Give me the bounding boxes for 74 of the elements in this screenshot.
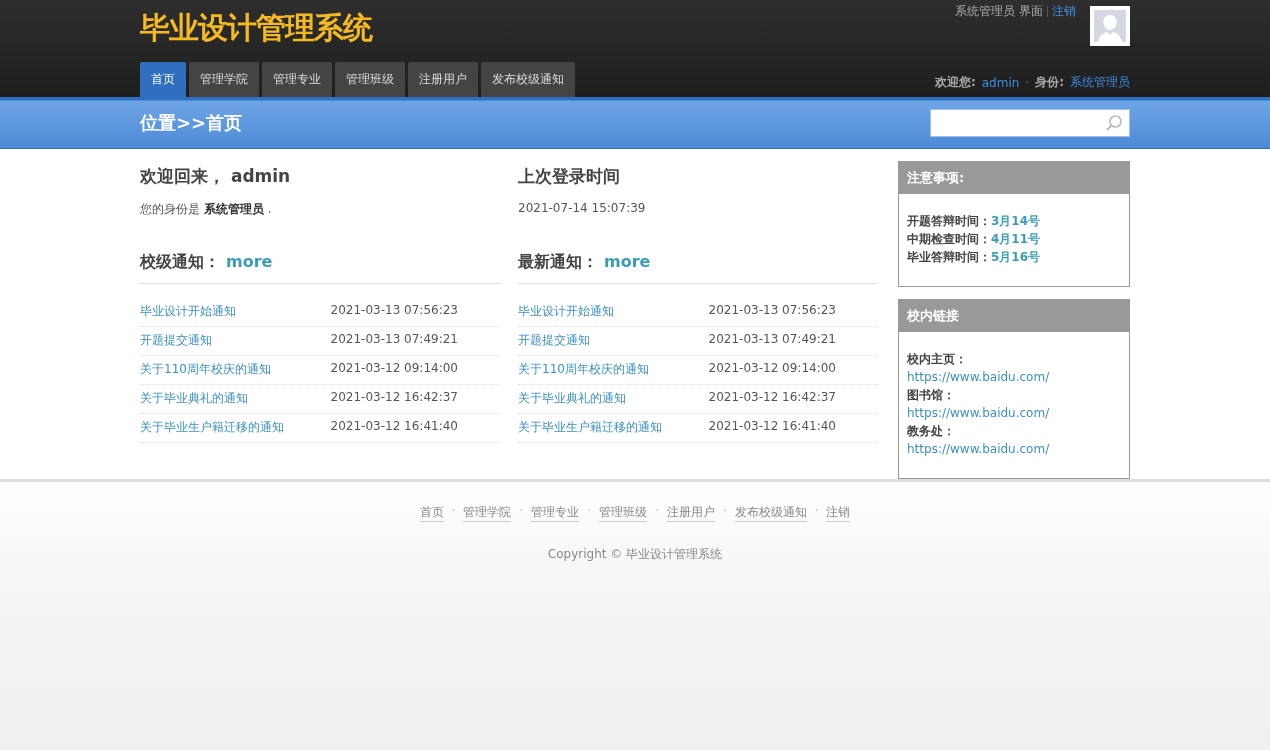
note-label: 毕业答辩时间： (907, 250, 991, 264)
more-link[interactable]: more (226, 252, 273, 271)
nav-tab[interactable]: 发布校级通知 (481, 62, 575, 97)
separator-dot: · (587, 504, 591, 520)
notice-link[interactable]: 毕业设计开始通知 (518, 303, 614, 320)
footer-link[interactable]: 管理专业 (531, 504, 580, 522)
notice-time: 2021-03-12 16:42:37 (330, 390, 459, 406)
note-label: 开题答辩时间： (907, 214, 991, 228)
link-label: 教务处： (907, 423, 956, 440)
nav-tab[interactable]: 首页 (140, 62, 186, 97)
panel-header: 注意事项: (899, 162, 1129, 194)
notice-time: 2021-03-12 16:42:37 (708, 390, 837, 406)
search-icon (1105, 113, 1123, 132)
separator-dot: · (814, 504, 819, 520)
footer-link[interactable]: 管理班级 (599, 504, 647, 522)
more-link[interactable]: more (604, 252, 651, 271)
role-link[interactable]: 系统管理员 (1070, 74, 1130, 91)
username-link[interactable]: admin (981, 75, 1020, 90)
nav-tab[interactable]: 管理专业 (262, 62, 332, 97)
role-text: 系统管理员 界面 (955, 3, 1043, 20)
separator-dot: · (1025, 75, 1030, 90)
footer-link[interactable]: 注销 (826, 504, 851, 522)
url-link[interactable]: https://www.baidu.com/ (907, 404, 1121, 422)
notice-time: 2021-03-13 07:56:23 (330, 303, 459, 319)
notice-time: 2021-03-13 07:56:23 (708, 303, 837, 319)
role-label: 身份: (1035, 74, 1064, 91)
notice-time: 2021-03-12 16:41:40 (708, 419, 837, 435)
separator-dot: · (451, 504, 456, 520)
separator-dot: · (519, 504, 524, 520)
search-field[interactable] (930, 108, 1130, 137)
notice-link[interactable]: 关于110周年校庆的通知 (518, 361, 649, 378)
notice-time: 2021-03-13 07:49:21 (330, 332, 459, 348)
nav-tab[interactable]: 管理班级 (335, 62, 405, 97)
notice-link[interactable]: 关于毕业生户籍迁移的通知 (518, 419, 662, 436)
breadcrumb: 位置>>首页 (140, 110, 243, 135)
notice-time: 2021-03-13 07:49:21 (708, 332, 837, 348)
notice-time: 2021-03-12 09:14:00 (708, 361, 837, 377)
note-value: 4月11号 (991, 232, 1041, 246)
logout-link[interactable]: 注销 (1052, 3, 1076, 20)
avatar-icon (1090, 6, 1130, 46)
footer-link[interactable]: 发布校级通知 (734, 504, 807, 522)
notice-link[interactable]: 开题提交通知 (518, 332, 590, 349)
panel-header: 校内链接 (899, 300, 1129, 332)
note-label: 中期检查时间： (907, 232, 991, 246)
notice-time: 2021-03-12 09:14:00 (330, 361, 459, 377)
footer-link[interactable]: 管理学院 (463, 504, 512, 522)
notice-link[interactable]: 关于毕业生户籍迁移的通知 (140, 419, 284, 436)
footer-link[interactable]: 注册用户 (666, 504, 715, 522)
identity-text: 您的身份是 系统管理员 . (140, 201, 273, 218)
note-value: 5月16号 (991, 250, 1041, 264)
notice-link[interactable]: 关于毕业典礼的通知 (518, 390, 626, 407)
url-link[interactable]: https://www.baidu.com/ (907, 368, 1121, 386)
notice-heading: 校级通知： (140, 252, 220, 273)
footer-link[interactable]: 首页 (419, 504, 444, 522)
link-label: 校内主页： (907, 351, 968, 368)
last-login-heading: 上次登录时间 (518, 165, 621, 188)
last-login-time: 2021-07-14 15:07:39 (518, 201, 647, 215)
separator-dot: · (655, 504, 659, 520)
notice-time: 2021-03-12 16:41:40 (330, 419, 459, 435)
separator-dot: · (722, 504, 727, 520)
link-label: 图书馆： (907, 387, 956, 404)
notice-link[interactable]: 毕业设计开始通知 (140, 303, 236, 320)
note-value: 3月14号 (991, 214, 1041, 228)
nav-tab[interactable]: 注册用户 (408, 62, 478, 97)
nav-tab[interactable]: 管理学院 (189, 62, 259, 97)
welcome-heading: 欢迎回来， admin (140, 165, 292, 188)
welcome-label: 欢迎您: (934, 74, 976, 91)
notice-heading: 最新通知： (518, 252, 598, 273)
notice-link[interactable]: 关于毕业典礼的通知 (140, 390, 248, 407)
site-title: 毕业设计管理系统 (140, 9, 374, 47)
url-link[interactable]: https://www.baidu.com/ (907, 440, 1121, 458)
notice-link[interactable]: 关于110周年校庆的通知 (140, 361, 271, 378)
copyright-text: Copyright © 毕业设计管理系统 (546, 546, 724, 563)
notice-link[interactable]: 开题提交通知 (140, 332, 212, 349)
